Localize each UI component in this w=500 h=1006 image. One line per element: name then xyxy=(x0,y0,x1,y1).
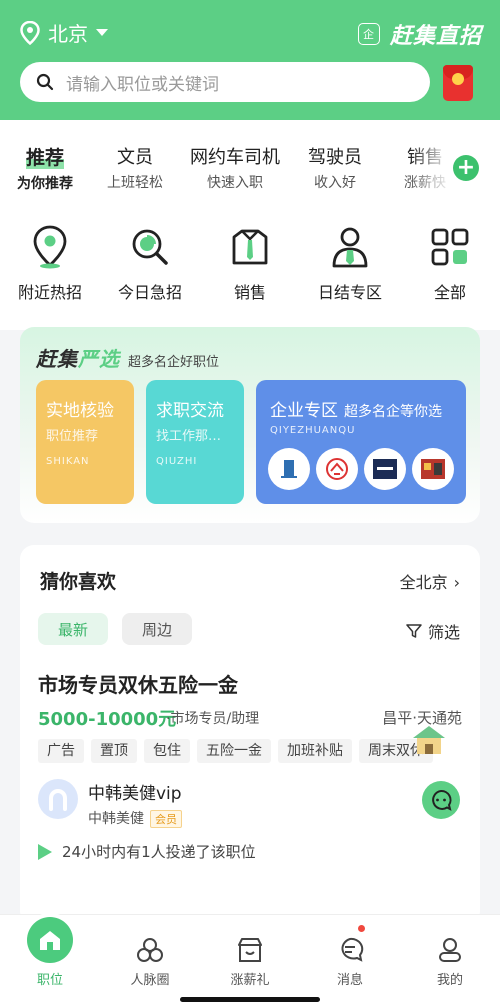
filter-icon xyxy=(406,624,422,638)
job-tags: 广告 置顶 包住 五险一金 加班补贴 周末双休 xyxy=(38,739,462,763)
job-tag: 广告 xyxy=(38,739,84,763)
category-nearby[interactable]: 附近热招 xyxy=(0,225,100,303)
location-pin-icon xyxy=(20,20,40,45)
avatar xyxy=(38,779,78,819)
tab-recommend[interactable]: 推荐 为你推荐 xyxy=(0,143,90,193)
city-name: 北京 xyxy=(48,22,88,46)
chevron-right-icon: › xyxy=(453,573,460,592)
nav-me[interactable]: 我的 xyxy=(400,915,500,988)
filter-button[interactable]: 筛选 xyxy=(406,619,460,643)
company-logos xyxy=(268,448,460,490)
chevron-down-icon xyxy=(96,29,108,36)
grid-icon xyxy=(431,228,469,266)
notification-dot xyxy=(358,925,365,932)
yanxuan-subtitle: 超多名企好职位 xyxy=(128,355,220,370)
chat-icon xyxy=(432,790,452,811)
tab-clerk[interactable]: 文员 上班轻松 xyxy=(90,143,180,193)
person-tie-icon xyxy=(332,227,368,268)
category-grid: 附近热招 今日急招 销售 日结专区 全部 xyxy=(0,225,500,303)
company-title: 中韩美健vip xyxy=(88,784,182,804)
category-urgent[interactable]: 今日急招 xyxy=(100,225,200,303)
brand-name: 赶集直招 xyxy=(389,24,482,49)
company-logo[interactable] xyxy=(412,448,454,490)
tab-driver[interactable]: 驾驶员 收入好 xyxy=(290,143,380,193)
job-salary: 5000-10000元 xyxy=(38,709,177,730)
category-all[interactable]: 全部 xyxy=(400,225,500,303)
company-info: 中韩美健vip 中韩美健 会员 xyxy=(38,779,182,828)
red-envelope-icon[interactable] xyxy=(443,65,473,101)
home-icon xyxy=(27,917,73,963)
company-logo[interactable] xyxy=(268,448,310,490)
arrow-icon xyxy=(38,843,52,860)
chip-latest[interactable]: 最新 xyxy=(38,613,108,645)
city-filter-button[interactable]: 全北京 › xyxy=(400,569,460,593)
user-icon xyxy=(439,938,461,962)
city-selector[interactable]: 北京 xyxy=(20,18,108,47)
apply-notice: 24小时内有1人投递了该职位 xyxy=(38,841,256,862)
category-sales[interactable]: 销售 xyxy=(200,225,300,303)
company-logo[interactable] xyxy=(316,448,358,490)
message-icon xyxy=(341,937,364,962)
card-job-exchange[interactable]: 求职交流 找工作那… QIUZHI xyxy=(146,380,244,504)
enterprise-icon[interactable]: 企 xyxy=(357,23,380,45)
member-badge: 会员 xyxy=(150,810,182,828)
company-logo[interactable] xyxy=(364,448,406,490)
clock-search-icon xyxy=(132,229,168,265)
job-tag: 加班补贴 xyxy=(278,739,352,763)
shirt-icon xyxy=(232,229,268,265)
card-onsite-verify[interactable]: 实地核验 职位推荐 SHIKAN xyxy=(36,380,134,504)
guess-you-like-section: 猜你喜欢 全北京 › 最新 周边 筛选 市场专员双休五险一金 5000-10000… xyxy=(20,545,480,925)
add-tab-icon[interactable]: + xyxy=(453,155,479,181)
home-indicator xyxy=(180,997,320,1002)
location-icon xyxy=(33,225,67,269)
search-input[interactable]: 请输入职位或关键词 xyxy=(20,62,430,102)
search-icon xyxy=(36,73,54,91)
bottom-nav: 职位 人脉圈 涨薪礼 消息 我的 xyxy=(0,914,500,1006)
yanxuan-logo: 赶集严选 xyxy=(36,347,120,371)
job-tag: 置顶 xyxy=(91,739,137,763)
nav-messages[interactable]: 消息 xyxy=(300,915,400,988)
nav-network[interactable]: 人脉圈 xyxy=(100,915,200,988)
job-title: 市场专员双休五险一金 xyxy=(38,673,238,697)
section-title: 猜你喜欢 xyxy=(40,571,117,593)
yanxuan-section: 赶集严选 超多名企好职位 实地核验 职位推荐 SHIKAN 求职交流 找工作那…… xyxy=(20,327,480,523)
card-enterprise-zone[interactable]: 企业专区 超多名企等你选 QIYEZHUANQU xyxy=(256,380,466,504)
chat-button[interactable] xyxy=(422,781,460,819)
category-daily-pay[interactable]: 日结专区 xyxy=(300,225,400,303)
nav-jobs[interactable]: 职位 xyxy=(0,915,100,988)
circles-icon xyxy=(137,938,163,962)
chip-nearby[interactable]: 周边 xyxy=(122,613,192,645)
job-type: ·市场专员/助理 xyxy=(166,711,260,727)
job-tag: 包住 xyxy=(144,739,190,763)
company-name: 中韩美健 xyxy=(88,811,144,827)
nav-raise-gift[interactable]: 涨薪礼 xyxy=(200,915,300,988)
app-header: 北京 企 赶集直招 请输入职位或关键词 xyxy=(0,0,500,120)
search-placeholder: 请输入职位或关键词 xyxy=(66,74,219,95)
tab-ride-driver[interactable]: 网约车司机 快速入职 xyxy=(180,143,290,193)
house-mascot-icon xyxy=(413,726,445,754)
tab-fade xyxy=(410,140,452,196)
job-tag: 五险一金 xyxy=(197,739,271,763)
brand-logo: 企 赶集直招 xyxy=(357,18,482,50)
shop-icon xyxy=(238,938,262,962)
